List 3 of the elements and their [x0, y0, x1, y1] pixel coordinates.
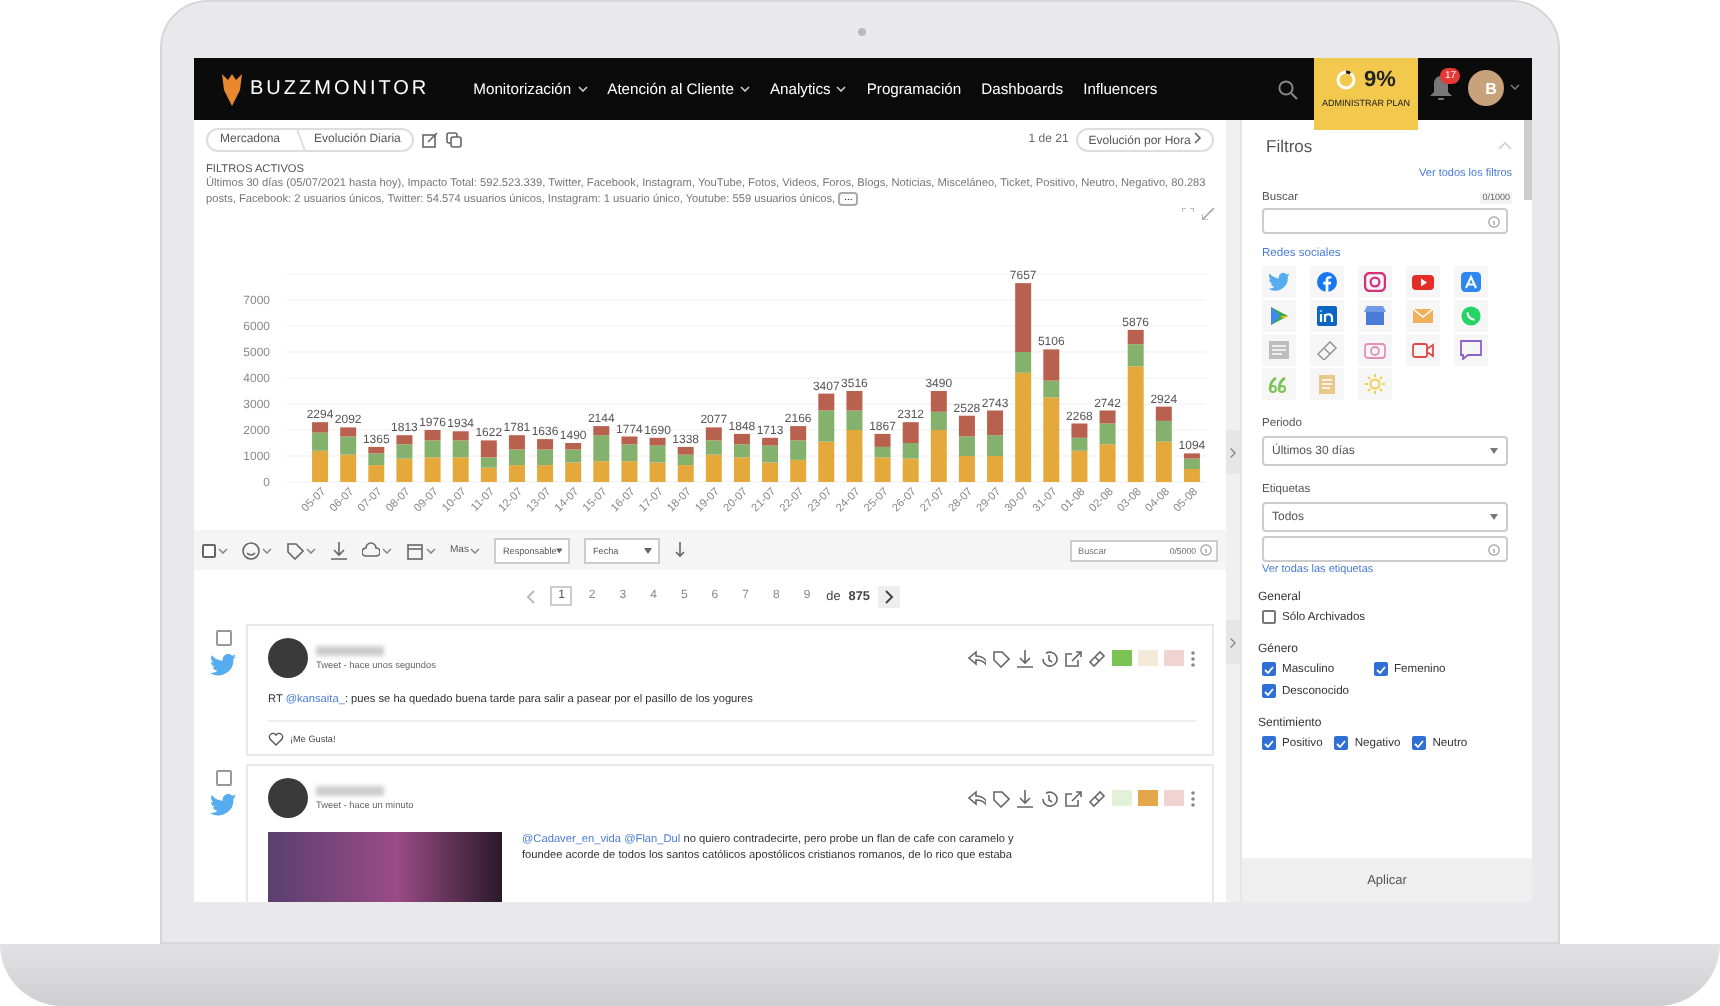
- panel-title: Filtros: [1266, 136, 1313, 156]
- plan-percent: 9%: [1364, 68, 1396, 92]
- logo-text: BUZZMONITOR: [250, 78, 430, 100]
